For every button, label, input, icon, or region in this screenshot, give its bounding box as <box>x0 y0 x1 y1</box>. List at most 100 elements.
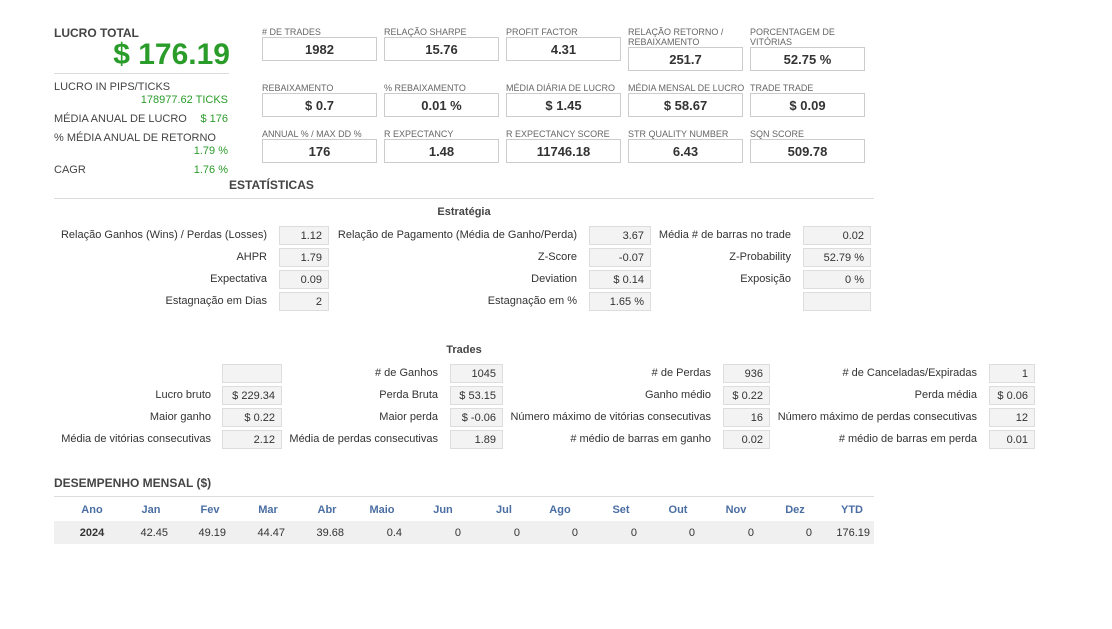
strategy-value: 0 % <box>803 270 871 289</box>
trades-value: 2.12 <box>222 430 282 449</box>
trades-label: # de Ganhos <box>375 367 438 379</box>
trades-label: Número máximo de perdas consecutivas <box>777 411 977 423</box>
trades-label: Média de vitórias consecutivas <box>61 433 211 445</box>
monthly-cell: 39.68 <box>316 527 344 539</box>
month-header: Jul <box>496 504 512 516</box>
trades-label: # de Perdas <box>651 367 711 379</box>
trades-value: $ 0.22 <box>222 408 282 427</box>
month-header: Set <box>612 504 630 516</box>
strategy-label: Relação Ganhos (Wins) / Perdas (Losses) <box>60 229 267 241</box>
monthly-cell: 42.45 <box>140 527 168 539</box>
metric-label: REBAIXAMENTO <box>262 83 334 93</box>
monthly-ytd-cell: 176.19 <box>836 527 870 539</box>
strategy-value: 2 <box>279 292 329 311</box>
total-profit-value: $ 176.19 <box>113 38 230 71</box>
metric-label: MÉDIA DIÁRIA DE LUCRO <box>506 83 616 93</box>
trades-value: 936 <box>723 364 770 383</box>
monthly-cell: 0 <box>513 527 520 539</box>
metric-box: 509.78 <box>750 139 865 163</box>
trades-value: 16 <box>723 408 770 427</box>
strategy-label: Relação de Pagamento (Média de Ganho/Per… <box>337 229 577 241</box>
month-header: Nov <box>725 504 747 516</box>
metric-box: 11746.18 <box>506 139 621 163</box>
metric-box: $ 1.45 <box>506 93 621 117</box>
strategy-title: Estratégia <box>437 206 491 218</box>
trades-label: Ganho médio <box>644 389 711 401</box>
month-header: Jan <box>141 504 161 516</box>
metric-box: 6.43 <box>628 139 743 163</box>
metric-box: 176 <box>262 139 377 163</box>
metric-box: 251.7 <box>628 47 743 71</box>
strategy-value: $ 0.14 <box>589 270 651 289</box>
strategy-label: Deviation <box>531 273 577 285</box>
strategy-label: Exposição <box>740 273 791 285</box>
metric-box: $ 58.67 <box>628 93 743 117</box>
month-header: Jun <box>433 504 453 516</box>
metric-box: 1982 <box>262 37 377 61</box>
trades-value <box>222 364 282 383</box>
monthly-cell: 49.19 <box>198 527 226 539</box>
month-header: Fev <box>200 504 220 516</box>
month-header: Maio <box>369 504 395 516</box>
monthly-divider <box>54 496 874 497</box>
trades-label: Número máximo de vitórias consecutivas <box>510 411 711 423</box>
annual-return-value: 1.79 % <box>193 145 228 157</box>
monthly-cell: 0.4 <box>386 527 402 539</box>
trades-label: Média de perdas consecutivas <box>289 433 438 445</box>
monthly-year-cell: 2024 <box>79 527 105 539</box>
metric-label: ANNUAL % / MAX DD % <box>262 129 362 139</box>
trades-label: # médio de barras em ganho <box>570 433 711 445</box>
metric-box: $ 0.7 <box>262 93 377 117</box>
trades-label: Perda Bruta <box>379 389 438 401</box>
metric-box: 15.76 <box>384 37 499 61</box>
annual-return-label: % MÉDIA ANUAL DE RETORNO <box>54 132 216 144</box>
metric-label: R EXPECTANCY SCORE <box>506 129 610 139</box>
month-header: Out <box>668 504 688 516</box>
month-header: YTD <box>841 504 863 516</box>
trades-value: $ 53.15 <box>450 386 503 405</box>
cagr-label: CAGR <box>54 164 86 176</box>
strategy-value: -0.07 <box>589 248 651 267</box>
metric-label: RELAÇÃO SHARPE <box>384 27 467 37</box>
trades-label: Maior perda <box>379 411 438 423</box>
trades-label: Lucro bruto <box>155 389 211 401</box>
metric-label: R EXPECTANCY <box>384 129 454 139</box>
monthly-cell: 0 <box>630 527 637 539</box>
trades-value: $ 0.06 <box>989 386 1035 405</box>
trades-value: 12 <box>989 408 1035 427</box>
statistics-divider <box>54 198 874 199</box>
metric-box: 4.31 <box>506 37 621 61</box>
strategy-label: Estagnação em % <box>487 295 577 307</box>
trades-value: 1 <box>989 364 1035 383</box>
trades-value: $ 0.22 <box>723 386 770 405</box>
monthly-cell: 0 <box>571 527 578 539</box>
cagr-value: 1.76 % <box>193 164 228 176</box>
statistics-title: ESTATÍSTICAS <box>229 178 314 192</box>
strategy-label: Média # de barras no trade <box>658 229 791 241</box>
trades-value: 1.89 <box>450 430 503 449</box>
metric-label: STR QUALITY NUMBER <box>628 129 729 139</box>
strategy-label: Z-Score <box>537 251 577 263</box>
strategy-label: Expectativa <box>210 273 267 285</box>
strategy-value: 3.67 <box>589 226 651 245</box>
trades-label: # médio de barras em perda <box>838 433 977 445</box>
monthly-cell: 0 <box>747 527 754 539</box>
strategy-label: AHPR <box>236 251 267 263</box>
monthly-cell: 0 <box>688 527 695 539</box>
annual-profit-label: MÉDIA ANUAL DE LUCRO <box>54 113 187 125</box>
strategy-value <box>803 292 871 311</box>
metric-label: % REBAIXAMENTO <box>384 83 466 93</box>
summary-divider <box>54 73 229 74</box>
monthly-cell: 0 <box>805 527 812 539</box>
metric-box: 52.75 % <box>750 47 865 71</box>
trades-label: # de Canceladas/Expiradas <box>842 367 977 379</box>
month-header: Ano <box>81 504 103 516</box>
metric-label: PROFIT FACTOR <box>506 27 578 37</box>
trades-value: 0.02 <box>723 430 770 449</box>
strategy-value: 52.79 % <box>803 248 871 267</box>
strategy-value: 1.65 % <box>589 292 651 311</box>
monthly-cell: 0 <box>454 527 461 539</box>
trades-title: Trades <box>446 344 482 356</box>
month-header: Dez <box>785 504 805 516</box>
month-header: Mar <box>258 504 278 516</box>
